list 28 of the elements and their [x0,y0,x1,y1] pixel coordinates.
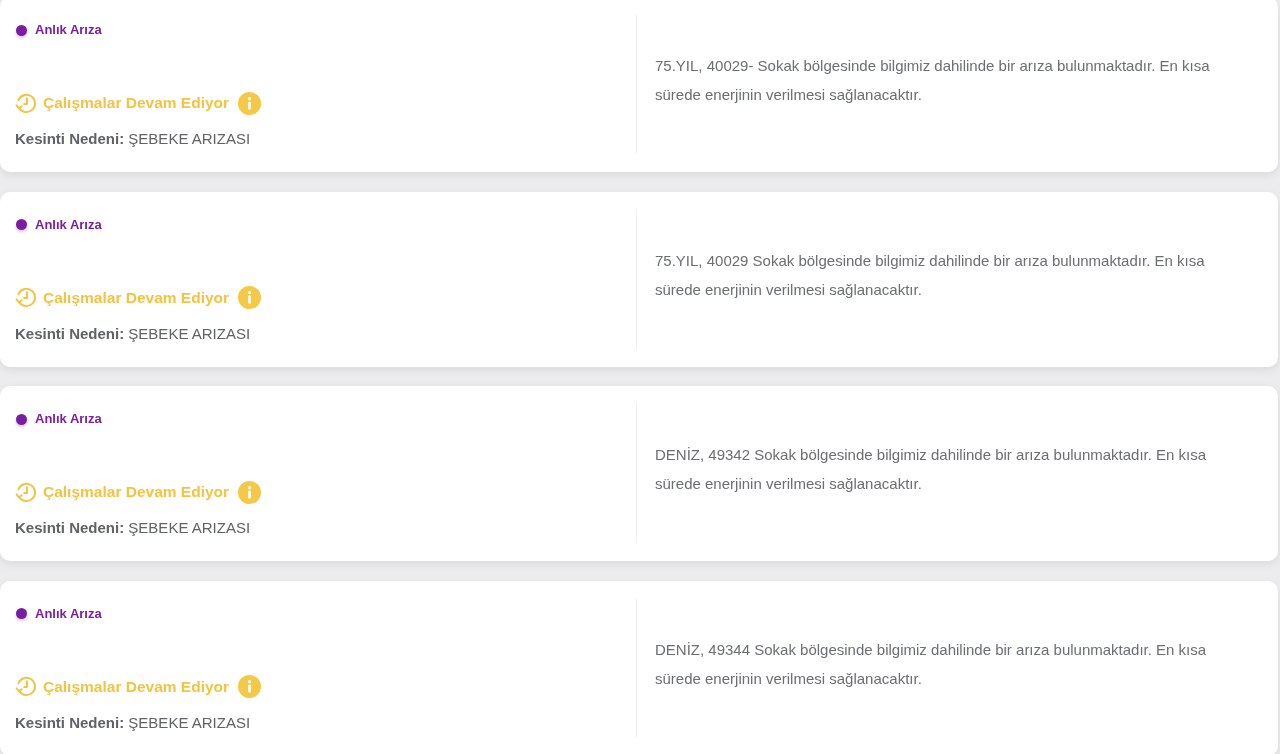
status-dot-icon [16,413,27,425]
status-label: Çalışmalar Devam Ediyor [43,676,230,697]
reason-text: Kesinti Nedeni: ŞEBEKE ARIZASI [15,712,252,733]
status-label: Çalışmalar Devam Ediyor [43,482,230,502]
description-text: DENİZ, 49342 Sokak bölgesinde bilgimiz dahilinde bir arıza bulunmaktadır. En kısa sürede enerjinin verilmesi sağlanacaktır. [655,445,1208,494]
reason-text: Kesinti Nedeni: ŞEBEKE ARIZASI [15,323,252,344]
clock-arrow-icon [15,91,38,115]
reason-text: Kesinti Nedeni: ŞEBEKE ARIZASI [15,129,252,149]
status-label: Çalışmalar Devam Ediyor [43,287,230,308]
status-label: Çalışmalar Devam Ediyor [43,93,230,113]
info-icon[interactable] [238,91,262,115]
status-dot-icon [16,608,27,619]
description-text: DENİZ, 49344 Sokak bölgesinde bilgimiz dahilinde bir arıza bulunmaktadır. En kısa sürede enerjinin verilmesi sağlanacaktır. [655,639,1208,689]
clock-arrow-icon [15,480,38,504]
description-text: 75.YIL, 40029 Sokak bölgesinde bilgimiz dahilinde bir arıza bulunmaktadır. En kısa sürede enerjinin verilmesi sağlanacaktır. [655,250,1206,300]
info-icon[interactable] [238,675,262,698]
status-dot-icon [16,24,27,36]
status-dot-icon [16,219,27,230]
clock-arrow-icon [15,286,38,309]
clock-arrow-icon [15,675,38,698]
tag-label: Anlık Arıza [35,215,102,234]
info-icon[interactable] [238,286,262,309]
info-icon[interactable] [238,480,262,504]
tag-label: Anlık Arıza [35,21,102,39]
description-text: 75.YIL, 40029- Sokak bölgesinde bilgimiz dahilinde bir arıza bulunmaktadır. En kısa sürede enerjinin verilmesi sağlanacaktır. [655,56,1211,105]
tag-label: Anlık Arıza [35,410,102,428]
reason-text: Kesinti Nedeni: ŞEBEKE ARIZASI [15,518,252,538]
tag-label: Anlık Arıza [35,604,102,623]
